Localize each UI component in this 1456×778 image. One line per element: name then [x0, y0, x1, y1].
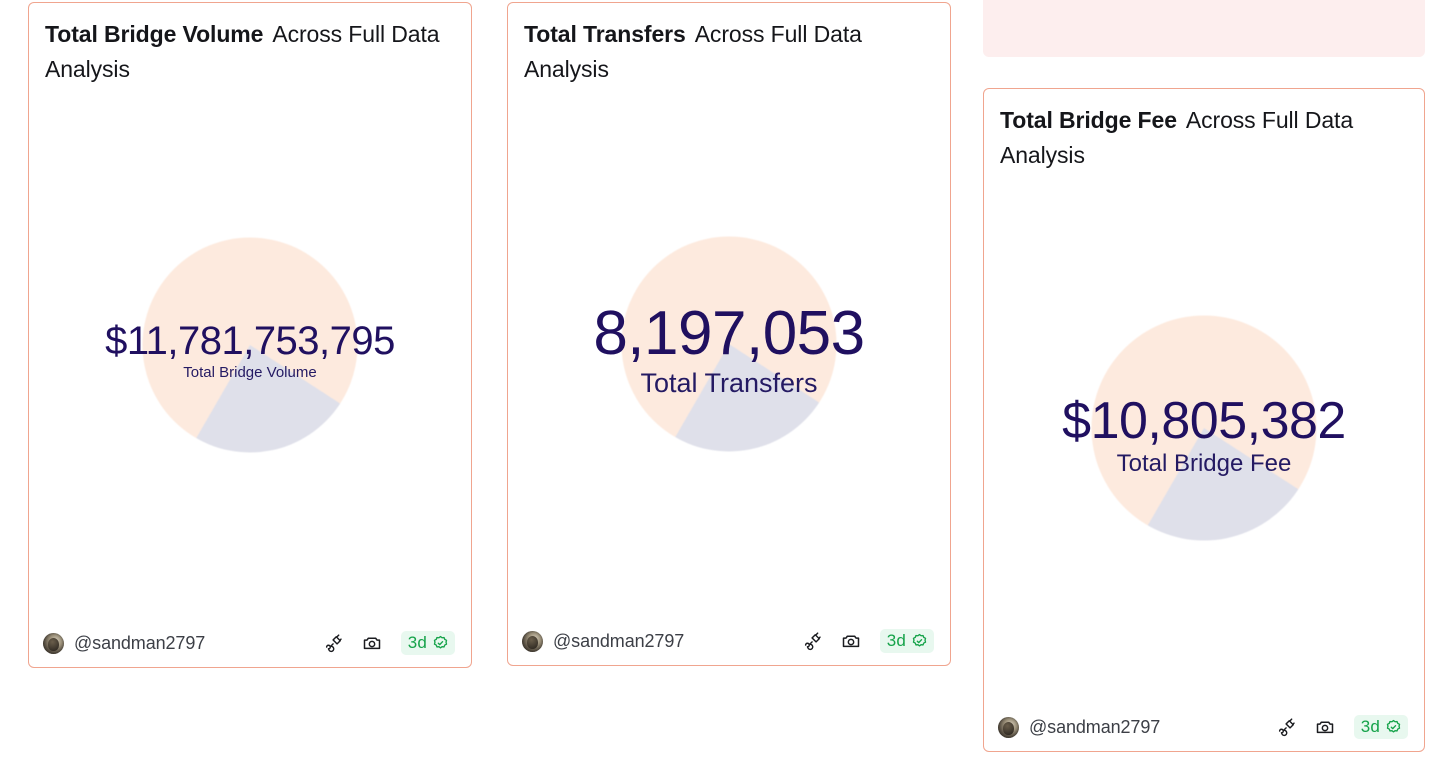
kpi-value: $10,805,382: [1062, 391, 1346, 450]
kpi-value: 8,197,053: [593, 298, 865, 368]
card-title: Total Transfers Across Full Data Analysis: [508, 3, 950, 87]
card-body: 8,197,053 Total Transfers: [508, 87, 950, 617]
card-title: Total Bridge Volume Across Full Data Anal…: [29, 3, 471, 87]
card-title: Total Bridge Fee Across Full Data Analysi…: [984, 89, 1424, 173]
status-badge[interactable]: 3d: [879, 629, 934, 653]
kpi-block: 8,197,053 Total Transfers: [508, 301, 950, 399]
card-title-metric: Total Transfers: [524, 21, 686, 47]
author-handle[interactable]: @sandman2797: [1029, 717, 1160, 738]
kpi-block: $10,805,382 Total Bridge Fee: [984, 394, 1424, 479]
camera-icon[interactable]: [1314, 716, 1336, 738]
dashboard-root: Total Bridge Volume Across Full Data Anal…: [0, 0, 1456, 778]
kpi-value: $11,781,753,795: [105, 318, 395, 363]
verified-badge-icon: [911, 633, 928, 650]
camera-icon[interactable]: [361, 632, 383, 654]
kpi-block: $11,781,753,795 Total Bridge Volume: [29, 320, 471, 381]
card-title-metric: Total Bridge Fee: [1000, 107, 1177, 133]
kpi-label: Total Transfers: [640, 368, 818, 399]
status-badge-text: 3d: [886, 631, 906, 650]
card-total-bridge-fee[interactable]: Total Bridge Fee Across Full Data Analysi…: [983, 88, 1425, 752]
avatar[interactable]: [998, 716, 1019, 738]
status-badge-text: 3d: [407, 633, 427, 652]
card-footer: @sandman2797 3d: [984, 703, 1424, 751]
unplug-icon[interactable]: [1276, 716, 1298, 738]
footer-actions: 3d: [323, 631, 455, 655]
card-body: $10,805,382 Total Bridge Fee: [984, 173, 1424, 703]
status-badge-text: 3d: [1360, 717, 1380, 736]
footer-actions: 3d: [802, 629, 934, 653]
verified-badge-icon: [1385, 719, 1402, 736]
card-total-transfers[interactable]: Total Transfers Across Full Data Analysis…: [507, 2, 951, 666]
verified-badge-icon: [432, 635, 449, 652]
author-handle[interactable]: @sandman2797: [74, 633, 205, 654]
card-body: $11,781,753,795 Total Bridge Volume: [29, 87, 471, 619]
avatar[interactable]: [43, 632, 64, 654]
avatar[interactable]: [522, 630, 543, 652]
camera-icon[interactable]: [840, 630, 862, 652]
footer-actions: 3d: [1276, 715, 1408, 739]
status-badge[interactable]: 3d: [1353, 715, 1408, 739]
card-footer: @sandman2797 3d: [508, 617, 950, 665]
unplug-icon[interactable]: [802, 630, 824, 652]
card-total-bridge-volume[interactable]: Total Bridge Volume Across Full Data Anal…: [28, 2, 472, 668]
kpi-label: Total Bridge Volume: [183, 363, 317, 381]
card-title-metric: Total Bridge Volume: [45, 21, 264, 47]
kpi-label: Total Bridge Fee: [1116, 450, 1292, 478]
author-handle[interactable]: @sandman2797: [553, 631, 684, 652]
status-badge[interactable]: 3d: [400, 631, 455, 655]
unplug-icon[interactable]: [323, 632, 345, 654]
cut-off-card-top: [983, 0, 1425, 57]
card-footer: @sandman2797 3d: [29, 619, 471, 667]
